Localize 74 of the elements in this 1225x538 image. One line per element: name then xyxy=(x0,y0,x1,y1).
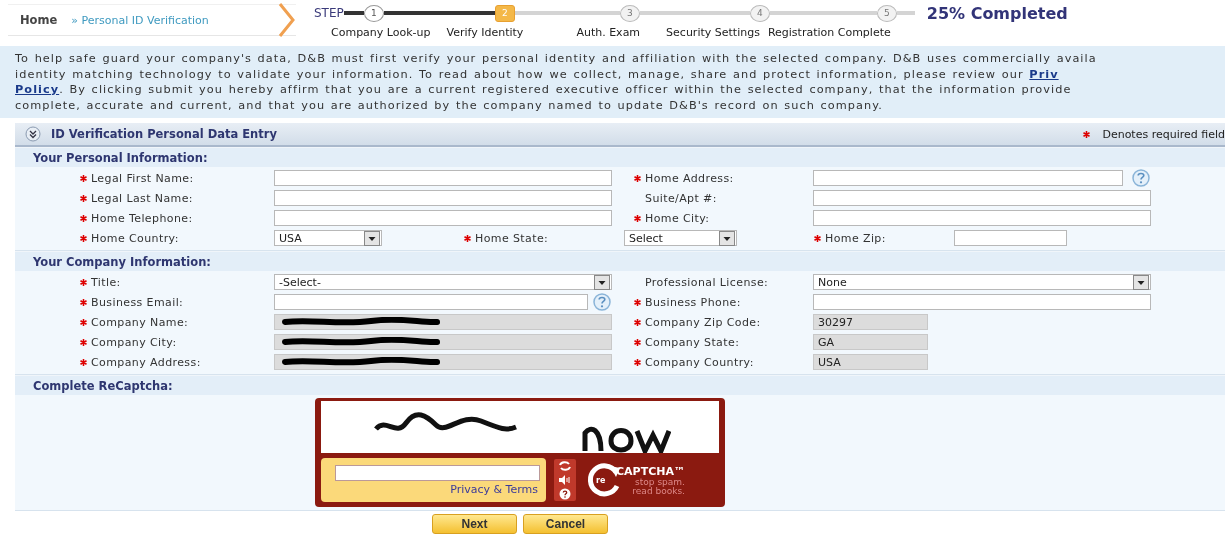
field-label: Home Address: xyxy=(645,171,734,185)
step-circle: 3 xyxy=(619,4,640,22)
field-label: Legal Last Name: xyxy=(91,191,193,205)
step-label: STEP xyxy=(314,6,344,20)
caret-icon xyxy=(719,230,735,246)
step-name: Verify Identity xyxy=(446,26,524,39)
progress-text: 25% Completed xyxy=(926,3,1068,23)
field-label: Professional License: xyxy=(645,275,769,289)
field-label: Home Country: xyxy=(91,231,179,245)
field-label: Company City: xyxy=(91,335,177,349)
tagline: read books. xyxy=(631,486,685,496)
refresh-icon[interactable] xyxy=(558,460,572,472)
step-circle: 4 xyxy=(749,4,770,22)
field-label: Home Telephone: xyxy=(91,211,193,225)
privacy-policy-link[interactable]: Priv xyxy=(1029,67,1059,81)
field-label: Legal First Name: xyxy=(91,171,194,185)
readonly-field: USA xyxy=(813,354,928,370)
cancel-button[interactable]: Cancel xyxy=(523,514,608,534)
dropdown[interactable]: USA xyxy=(274,230,382,246)
privacy-policy-link[interactable]: Policy xyxy=(15,83,60,96)
required-note: Denotes required field xyxy=(1102,127,1225,141)
caret-icon xyxy=(364,230,380,246)
step-name: Auth. Exam xyxy=(576,26,641,39)
logo-text: CAPTCHA™ xyxy=(616,464,685,478)
chevron-icon xyxy=(278,3,296,37)
step-circle: 1 xyxy=(363,4,384,22)
field-label: Business Phone: xyxy=(645,295,741,309)
input-field[interactable] xyxy=(813,170,1123,186)
logo-prefix: re xyxy=(596,475,607,485)
section-title: Complete ReCaptcha: xyxy=(33,378,173,393)
home-link[interactable]: Home xyxy=(20,13,58,27)
field-label: Home City: xyxy=(645,211,710,225)
audio-icon[interactable] xyxy=(558,474,572,486)
asterisk-icon xyxy=(1083,130,1091,138)
input-field[interactable] xyxy=(813,210,1151,226)
dropdown[interactable]: Select xyxy=(624,230,737,246)
input-field[interactable] xyxy=(274,190,612,206)
caret-icon xyxy=(1133,274,1149,290)
field-label: Company Zip Code: xyxy=(645,315,761,329)
dropdown[interactable]: None xyxy=(813,274,1151,290)
step-circle: 5 xyxy=(876,4,897,22)
next-button[interactable]: Next xyxy=(432,514,517,534)
input-field[interactable] xyxy=(274,170,612,186)
readonly-field: GA xyxy=(813,334,928,350)
section-title: Your Personal Information: xyxy=(33,150,208,165)
input-field[interactable] xyxy=(813,190,1151,206)
privacy-terms-link[interactable]: Privacy & Terms xyxy=(450,483,538,496)
step-name: Company Look-up xyxy=(331,26,431,39)
collapse-icon[interactable] xyxy=(25,126,41,142)
input-field[interactable] xyxy=(274,210,612,226)
tagline: stop spam. xyxy=(634,477,685,487)
help-icon[interactable] xyxy=(559,488,571,500)
field-label: Company Country: xyxy=(645,355,754,369)
input-field[interactable] xyxy=(813,294,1151,310)
dropdown[interactable]: -Select- xyxy=(274,274,612,290)
field-label: Company Address: xyxy=(91,355,201,369)
field-label: Suite/Apt #: xyxy=(645,191,717,205)
step-name: Security Settings xyxy=(666,26,760,39)
captcha-input[interactable] xyxy=(335,465,540,481)
intro-paragraph: To help safe guard your company's data, D&B must first verify your personal identity and affiliation with the selected company. D&B uses commercially availa identity matching technology to validate your information. To read about how we collect, manage, share and protect information, please review our Priv Policy. By clicking submit you hereby affirm that you are a current registered executive officer within the selected company, that the information provide complete, accurate and current, and that you are authorized by the company named to update D&B's record on such company. xyxy=(0,46,1225,118)
field-label: Home State: xyxy=(475,231,549,245)
field-label: Home Zip: xyxy=(825,231,886,245)
readonly-field: 30297 xyxy=(813,314,928,330)
field-label: Business Email: xyxy=(91,295,184,309)
input-field[interactable] xyxy=(954,230,1067,246)
section-title: Your Company Information: xyxy=(33,254,211,269)
breadcrumb-current: » Personal ID Verification xyxy=(71,13,210,27)
field-label: Title: xyxy=(91,275,121,289)
caret-icon xyxy=(594,274,610,290)
input-field[interactable] xyxy=(274,294,588,310)
field-label: Company Name: xyxy=(91,315,189,329)
field-label: Company State: xyxy=(645,335,740,349)
step-name: Registration Complete xyxy=(767,26,891,39)
panel-title: ID Verification Personal Data Entry xyxy=(51,127,278,141)
